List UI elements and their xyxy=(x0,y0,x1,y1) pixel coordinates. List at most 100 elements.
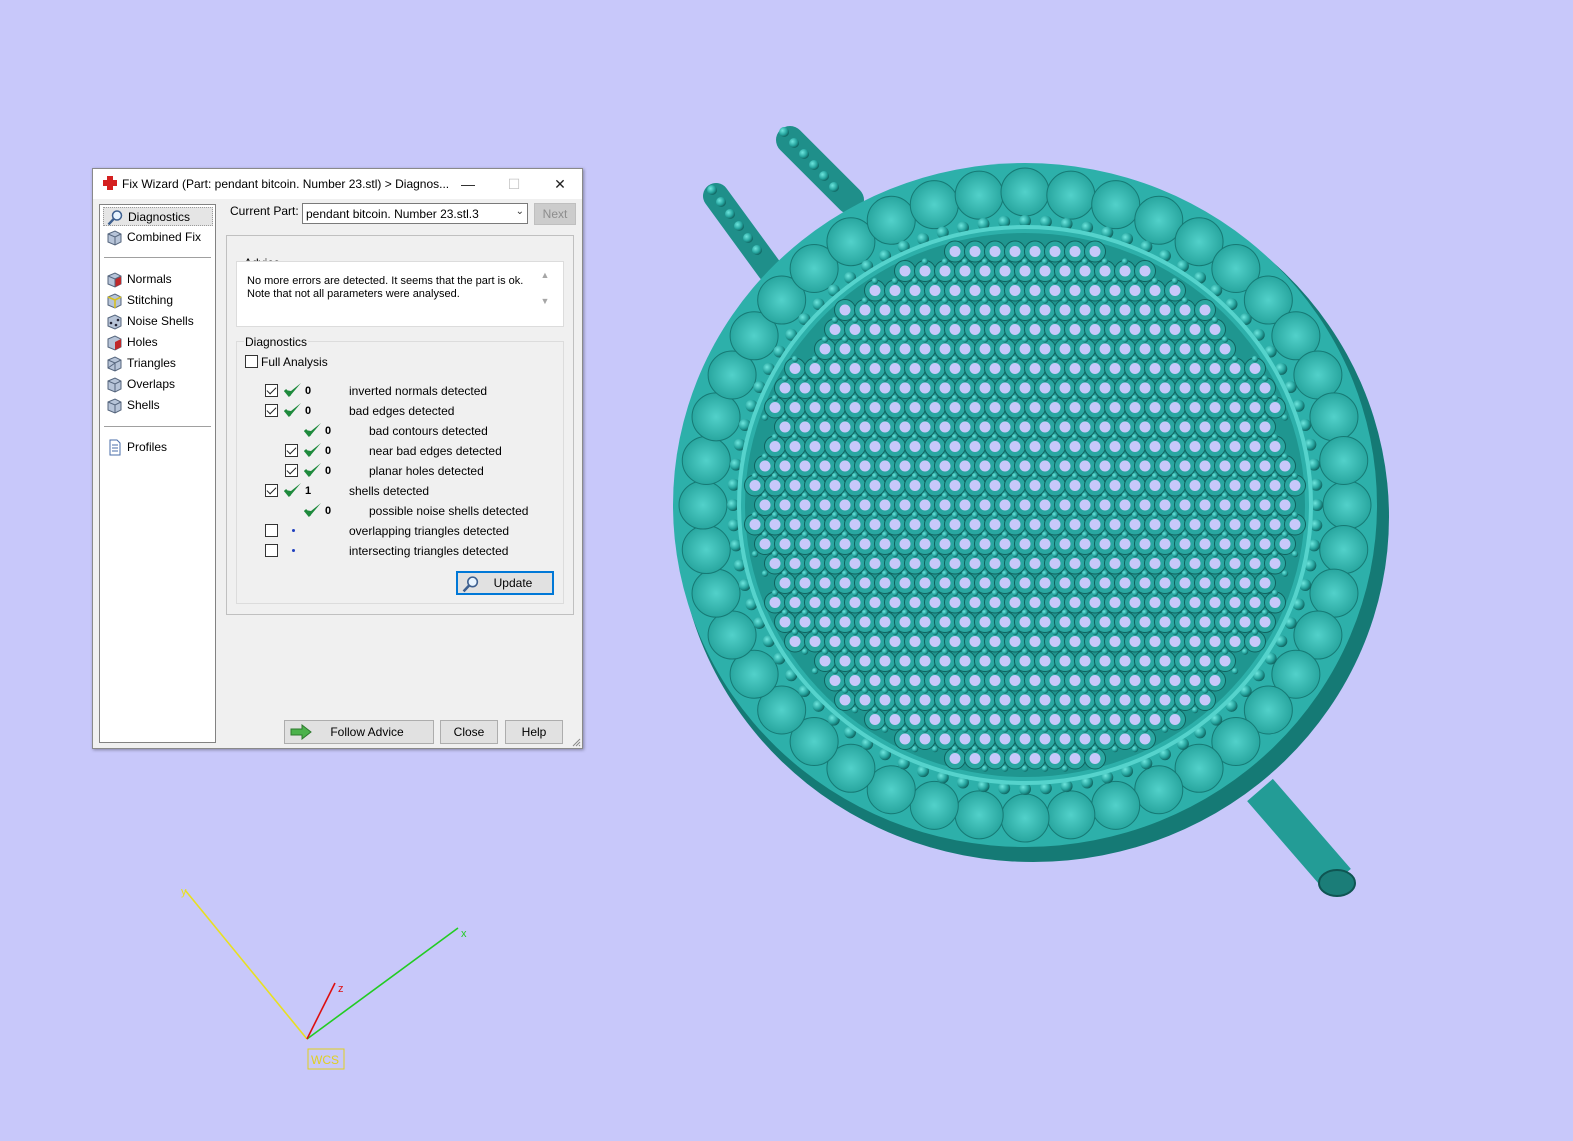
seat-hole xyxy=(969,324,981,335)
prong-bead xyxy=(911,628,919,636)
advice-scrollbar[interactable]: ▲ ▼ xyxy=(537,270,553,314)
help-button[interactable]: Help xyxy=(505,720,563,744)
nav-item-triangles[interactable]: Triangles xyxy=(103,354,213,373)
nav-item-noise-shells[interactable]: Noise Shells xyxy=(103,312,213,331)
nav-item-shells[interactable]: Shells xyxy=(103,396,213,415)
prong-bead xyxy=(921,453,929,460)
next-button[interactable]: Next xyxy=(534,203,576,225)
prong-bead xyxy=(901,414,909,421)
seat-hole xyxy=(869,324,881,335)
seat-hole xyxy=(859,421,871,433)
seat-hole xyxy=(1149,480,1161,491)
prong-bead xyxy=(841,375,849,382)
diagnostic-checkbox[interactable] xyxy=(265,524,278,537)
scroll-up-icon[interactable]: ▲ xyxy=(537,270,553,280)
prong-bead xyxy=(901,648,909,655)
prong-bead xyxy=(881,336,889,343)
title-bar[interactable]: Fix Wizard (Part: pendant bitcoin. Numbe… xyxy=(93,169,582,199)
not-analysed-dot-icon xyxy=(292,529,295,532)
seat-hole xyxy=(1179,304,1191,316)
prong-bead xyxy=(931,316,939,324)
diagnostic-checkbox[interactable] xyxy=(285,444,298,457)
seat-hole xyxy=(1169,285,1181,296)
nav-item-stitching[interactable]: Stitching xyxy=(103,291,213,310)
seat-hole xyxy=(889,324,901,335)
outer-gem xyxy=(954,790,1004,840)
prong-bead xyxy=(981,492,989,499)
nav-item-holes[interactable]: Holes xyxy=(103,333,213,352)
prong-bead xyxy=(1061,726,1069,733)
diagnostic-checkbox[interactable] xyxy=(265,544,278,557)
prong-bead xyxy=(1241,609,1249,616)
nav-item-overlaps[interactable]: Overlaps xyxy=(103,375,213,394)
pendant-3d-model[interactable] xyxy=(673,126,1389,897)
green-check-icon xyxy=(284,403,301,417)
diagnostic-count: 0 xyxy=(325,505,332,517)
seat-hole xyxy=(1109,285,1121,296)
seat-hole xyxy=(1069,324,1081,335)
seat-hole xyxy=(1209,675,1221,686)
seat-hole xyxy=(959,616,971,628)
diagnostic-checkbox[interactable] xyxy=(265,384,278,397)
seat-hole xyxy=(1249,363,1261,374)
seat-hole xyxy=(1279,460,1291,472)
seat-hole xyxy=(799,616,811,628)
seat-hole xyxy=(1099,499,1111,511)
diagnostic-checkbox[interactable] xyxy=(265,484,278,497)
prong-bead xyxy=(761,531,769,538)
seat-hole xyxy=(829,519,841,530)
seat-hole xyxy=(1029,441,1041,452)
y-axis-label: y xyxy=(181,886,187,898)
seat-hole xyxy=(1069,441,1081,452)
prong-bead xyxy=(1231,511,1239,519)
outer-gem xyxy=(866,195,916,245)
seat-hole xyxy=(1089,753,1101,764)
prong-bead xyxy=(981,765,989,772)
close-button[interactable]: Close xyxy=(440,720,498,744)
scroll-down-icon[interactable]: ▼ xyxy=(537,296,553,306)
prong-bead xyxy=(1201,687,1209,694)
maximize-button[interactable]: ☐ xyxy=(491,169,537,199)
close-window-button[interactable]: ✕ xyxy=(537,169,583,199)
prong-bead xyxy=(881,453,889,460)
prong-bead xyxy=(1161,687,1169,694)
prong-bead xyxy=(791,394,799,402)
prong-bead xyxy=(911,316,919,324)
prong-bead xyxy=(951,355,959,363)
follow-advice-button[interactable]: Follow Advice xyxy=(284,720,434,744)
prong-bead xyxy=(811,472,819,480)
minimize-button[interactable]: — xyxy=(445,169,491,199)
prong-bead xyxy=(1021,726,1029,733)
prong-bead xyxy=(1241,648,1249,655)
resize-grip-icon[interactable] xyxy=(571,737,581,747)
seat-hole xyxy=(1119,265,1131,277)
seat-hole xyxy=(759,460,771,472)
diagnostic-checkbox[interactable] xyxy=(265,404,278,417)
prong-bead xyxy=(1031,667,1039,675)
nav-item-combined-fix[interactable]: Combined Fix xyxy=(103,228,213,247)
update-button[interactable]: Update xyxy=(456,571,554,595)
prong-bead xyxy=(1161,492,1169,499)
prong-bead xyxy=(1281,531,1289,538)
current-part-select[interactable]: pendant bitcoin. Number 23.stl.3 ⌄ xyxy=(302,203,528,224)
nav-item-profiles[interactable]: Profiles xyxy=(103,438,213,457)
prong-bead xyxy=(991,628,999,636)
seat-hole xyxy=(799,382,811,394)
nav-item-diagnostics[interactable]: Diagnostics xyxy=(103,207,213,226)
seat-hole xyxy=(989,558,1001,569)
prong-bead xyxy=(841,336,849,343)
seat-hole xyxy=(929,363,941,374)
prong-bead xyxy=(1151,511,1159,519)
prong-bead xyxy=(881,609,889,616)
prong-bead xyxy=(1041,336,1049,343)
prong-bead xyxy=(1161,570,1169,577)
diagnostic-text: inverted normals detected xyxy=(349,384,488,398)
prong-bead xyxy=(1211,316,1219,324)
nav-item-normals[interactable]: Normals xyxy=(103,270,213,289)
prong-bead xyxy=(1151,355,1159,363)
full-analysis-checkbox[interactable] xyxy=(245,355,258,368)
prong-bead xyxy=(1131,277,1139,285)
advice-text-box[interactable]: No more errors are detected. It seems th… xyxy=(236,261,564,327)
diagnostic-checkbox[interactable] xyxy=(285,464,298,477)
prong-bead xyxy=(971,277,979,285)
